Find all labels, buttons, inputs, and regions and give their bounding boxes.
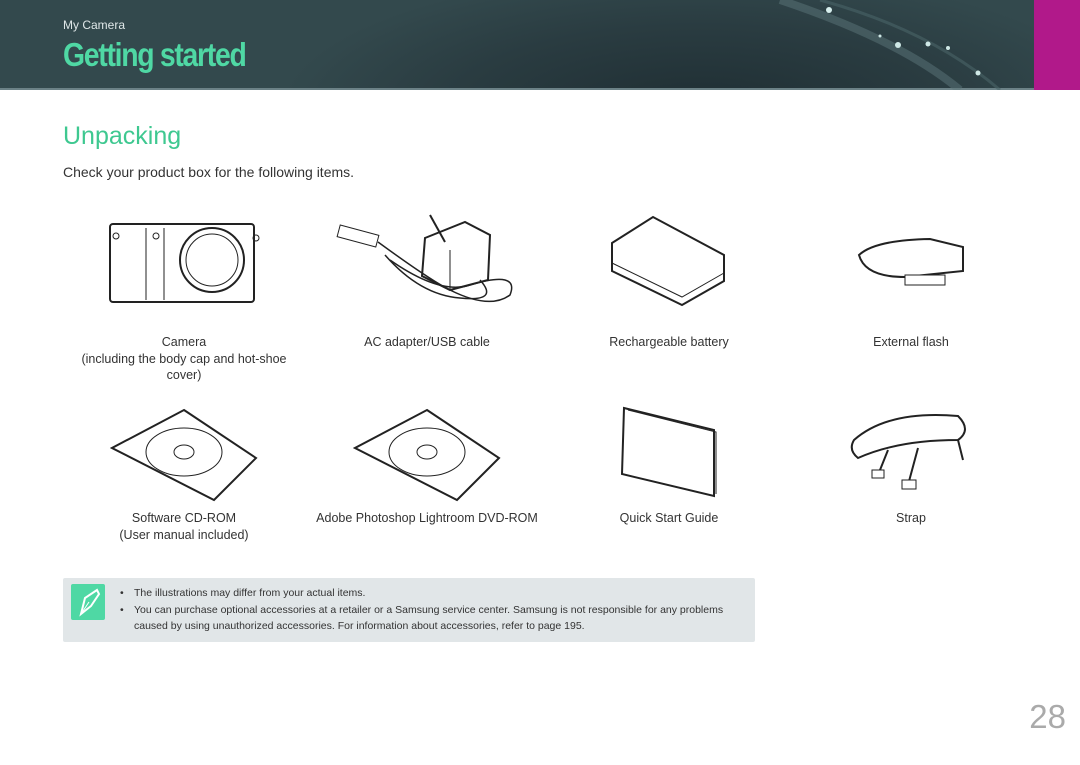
item-label: Rechargeable battery: [609, 335, 729, 349]
item-label: AC adapter/USB cable: [364, 335, 490, 349]
guide-booklet-icon: [620, 406, 717, 498]
item-cd-rom: Software CD-ROM (User manual included): [64, 510, 304, 543]
note-list: The illustrations may differ from your a…: [120, 585, 755, 634]
item-adapter: AC adapter/USB cable: [307, 334, 547, 351]
item-dvd-rom: Adobe Photoshop Lightroom DVD-ROM: [297, 510, 557, 527]
item-label: Camera: [161, 335, 207, 349]
item-label: Software CD-ROM: [131, 511, 237, 525]
item-label: Quick Start Guide: [619, 511, 719, 525]
intro-text: Check your product box for the following…: [63, 164, 355, 180]
cd-rom-icon: [110, 408, 258, 502]
chapter-header: My Camera Getting started: [0, 0, 1080, 90]
adapter-cable-icon: [336, 214, 513, 303]
item-label: Adobe Photoshop Lightroom DVD-ROM: [316, 511, 538, 525]
flash-icon: [857, 237, 964, 286]
strap-icon: [850, 414, 966, 490]
item-guide: Quick Start Guide: [549, 510, 789, 527]
page-number: 28: [1029, 698, 1066, 735]
battery-icon: [611, 215, 725, 307]
item-sublabel: (including the body cap and hot-shoe cov…: [81, 351, 287, 383]
pen-note-icon: [71, 584, 105, 620]
item-sublabel: (User manual included): [119, 527, 249, 542]
note-box: The illustrations may differ from your a…: [63, 578, 755, 642]
section-title: Unpacking: [63, 122, 182, 150]
item-camera: Camera (including the body cap and hot-sh…: [64, 334, 304, 384]
camera-icon: [109, 223, 260, 303]
item-battery: Rechargeable battery: [549, 334, 789, 351]
item-label: External flash: [873, 335, 949, 349]
note-bullet: The illustrations may differ from your a…: [120, 585, 755, 601]
page-title: Getting started: [63, 36, 247, 73]
dvd-rom-icon: [353, 408, 501, 502]
item-flash: External flash: [791, 334, 1031, 351]
chapter-tab: [1034, 0, 1080, 90]
item-strap: Strap: [791, 510, 1031, 527]
note-bullet: You can purchase optional accessories at…: [120, 602, 755, 634]
breadcrumb: My Camera: [63, 18, 126, 32]
item-label: Strap: [896, 511, 926, 525]
